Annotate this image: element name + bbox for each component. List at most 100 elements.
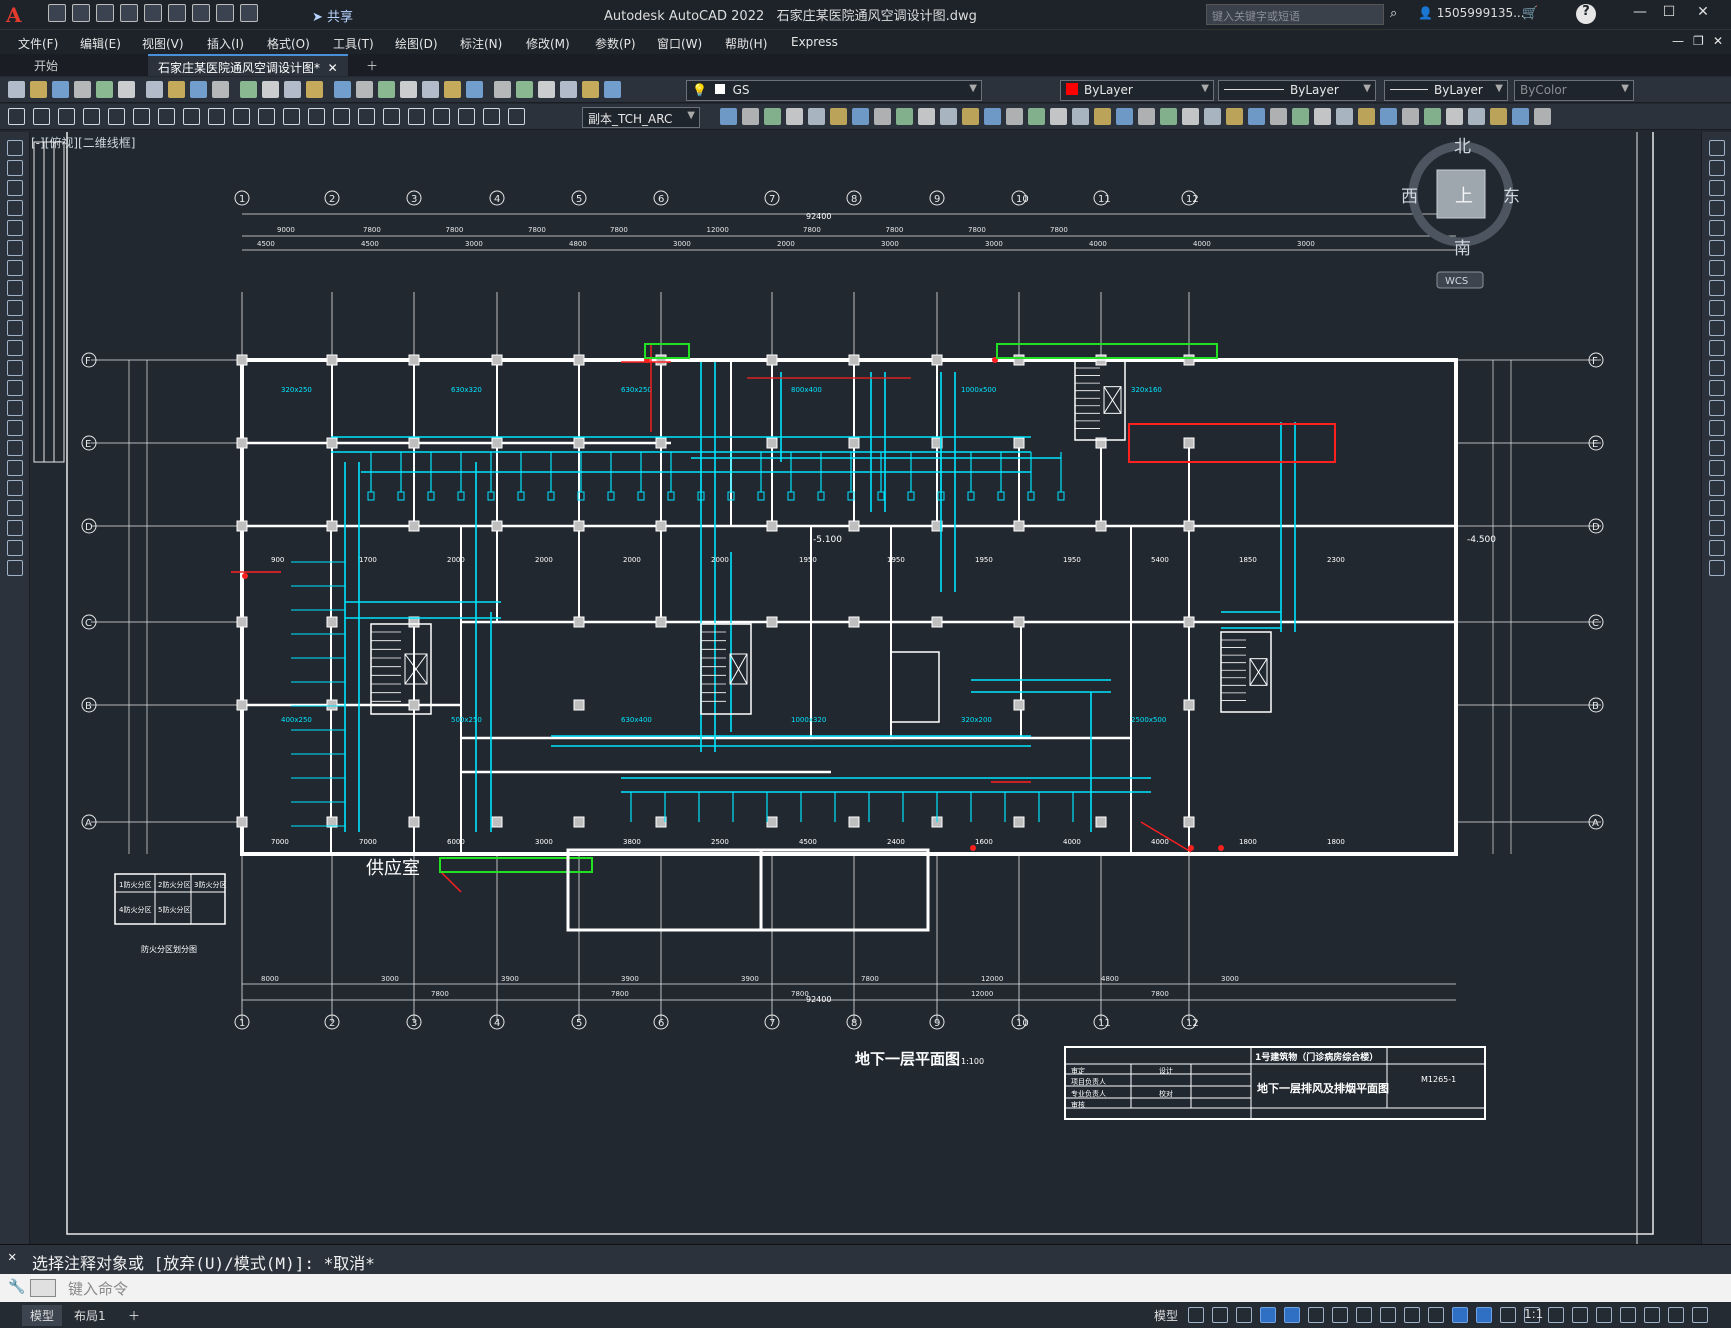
- modify-tool-icon[interactable]: [1709, 160, 1725, 176]
- modify-tool-icon[interactable]: [1094, 108, 1111, 125]
- draw-tool-icon[interactable]: [7, 520, 23, 536]
- modify-tool-icon[interactable]: [1709, 140, 1725, 156]
- markup-icon[interactable]: [444, 81, 461, 98]
- draw-tool-icon[interactable]: [7, 140, 23, 156]
- modify-tool-icon[interactable]: [1204, 108, 1221, 125]
- modify-tool-icon[interactable]: [1709, 320, 1725, 336]
- linetype-dropdown[interactable]: ByLayer ▼: [1218, 80, 1376, 101]
- draw-tool-icon[interactable]: [7, 420, 23, 436]
- preview-icon[interactable]: [96, 81, 113, 98]
- new-icon[interactable]: [8, 81, 25, 98]
- modify-tool-icon[interactable]: [962, 108, 979, 125]
- viewcube[interactable]: 上 北 南 西 东 WCS: [1401, 137, 1520, 289]
- modify-tool-icon[interactable]: [1709, 280, 1725, 296]
- status-toggle-icon[interactable]: [1668, 1307, 1684, 1323]
- draw-tool-icon[interactable]: [7, 240, 23, 256]
- draw-tool-icon[interactable]: [7, 320, 23, 336]
- status-toggle-icon[interactable]: [1692, 1307, 1708, 1323]
- modify-tool-icon[interactable]: [808, 108, 825, 125]
- menu-edit[interactable]: 编辑(E): [80, 35, 121, 52]
- modify-tool-icon[interactable]: [764, 108, 781, 125]
- dim-update-icon[interactable]: [483, 108, 500, 125]
- status-toggle-icon[interactable]: [1404, 1307, 1420, 1323]
- paste-icon[interactable]: [190, 81, 207, 98]
- new-file-icon[interactable]: [48, 4, 66, 22]
- layer-prev-icon[interactable]: [560, 81, 577, 98]
- search-icon[interactable]: ⌕: [1390, 6, 1397, 21]
- status-toggle-icon[interactable]: [1236, 1307, 1252, 1323]
- dim-angular-icon[interactable]: [183, 108, 200, 125]
- zoom-window-icon[interactable]: [306, 81, 323, 98]
- modify-tool-icon[interactable]: [1138, 108, 1155, 125]
- save-icon[interactable]: [52, 81, 69, 98]
- tolerance-icon[interactable]: [333, 108, 350, 125]
- center-mark-icon[interactable]: [358, 108, 375, 125]
- modify-tool-icon[interactable]: [852, 108, 869, 125]
- undo-icon[interactable]: [240, 81, 257, 98]
- modify-tool-icon[interactable]: [742, 108, 759, 125]
- modify-tool-icon[interactable]: [1160, 108, 1177, 125]
- model-tab[interactable]: 模型: [22, 1305, 63, 1326]
- doc-restore-button[interactable]: ❐: [1693, 34, 1704, 48]
- dim-arc-icon[interactable]: [58, 108, 75, 125]
- menu-file[interactable]: 文件(F): [18, 35, 58, 52]
- modify-tool-icon[interactable]: [1380, 108, 1397, 125]
- publish-icon[interactable]: [118, 81, 135, 98]
- draw-tool-icon[interactable]: [7, 360, 23, 376]
- modify-tool-icon[interactable]: [1028, 108, 1045, 125]
- menu-modify[interactable]: 修改(M): [526, 35, 570, 52]
- quick-dim-icon[interactable]: [208, 108, 225, 125]
- properties-icon[interactable]: [356, 81, 373, 98]
- redo-icon[interactable]: [262, 81, 279, 98]
- help-icon[interactable]: [494, 81, 511, 98]
- status-toggle-icon[interactable]: [1476, 1307, 1492, 1323]
- drawing-canvas[interactable]: [-][俯视][二维线框] 320x250 630x320 630x250 800x4…: [31, 132, 1700, 1244]
- modify-tool-icon[interactable]: [1709, 260, 1725, 276]
- dim-text-edit-icon[interactable]: [458, 108, 475, 125]
- color-dropdown[interactable]: ByLayer ▼: [1060, 80, 1214, 101]
- modify-tool-icon[interactable]: [1314, 108, 1331, 125]
- status-toggle-icon[interactable]: [1332, 1307, 1348, 1323]
- modify-tool-icon[interactable]: [1226, 108, 1243, 125]
- modify-tool-icon[interactable]: [1490, 108, 1507, 125]
- design-center-icon[interactable]: [378, 81, 395, 98]
- modify-tool-icon[interactable]: [1709, 480, 1725, 496]
- model-space-button[interactable]: 模型: [1146, 1305, 1186, 1326]
- draw-tool-icon[interactable]: [7, 340, 23, 356]
- modify-tool-icon[interactable]: [1709, 540, 1725, 556]
- modify-tool-icon[interactable]: [1709, 340, 1725, 356]
- status-toggle-icon[interactable]: [1596, 1307, 1612, 1323]
- open-web-icon[interactable]: [144, 4, 162, 22]
- draw-tool-icon[interactable]: [7, 180, 23, 196]
- modify-tool-icon[interactable]: [1402, 108, 1419, 125]
- textstyle-dropdown[interactable]: 副本_TCH_ARC ▼: [582, 107, 700, 128]
- dim-continue-icon[interactable]: [258, 108, 275, 125]
- draw-tool-icon[interactable]: [7, 480, 23, 496]
- dim-baseline-icon[interactable]: [233, 108, 250, 125]
- modify-tool-icon[interactable]: [1709, 200, 1725, 216]
- status-toggle-icon[interactable]: [1380, 1307, 1396, 1323]
- dim-diameter-icon[interactable]: [158, 108, 175, 125]
- maximize-button[interactable]: ☐: [1656, 4, 1682, 26]
- calc-icon[interactable]: [466, 81, 483, 98]
- menu-draw[interactable]: 绘图(D): [395, 35, 438, 52]
- menu-view[interactable]: 视图(V): [142, 35, 184, 52]
- save-icon[interactable]: [96, 4, 114, 22]
- draw-tool-icon[interactable]: [7, 260, 23, 276]
- draw-tool-icon[interactable]: [7, 440, 23, 456]
- modify-tool-icon[interactable]: [874, 108, 891, 125]
- modify-tool-icon[interactable]: [830, 108, 847, 125]
- command-line[interactable]: 🔧 键入命令: [0, 1274, 1731, 1302]
- status-toggle-icon[interactable]: [1620, 1307, 1636, 1323]
- dim-radius-icon[interactable]: [108, 108, 125, 125]
- menu-express[interactable]: Express: [791, 35, 838, 49]
- tab-close-icon[interactable]: ✕: [328, 61, 338, 75]
- layer-props-icon[interactable]: [516, 81, 533, 98]
- plotstyle-dropdown[interactable]: ByColor ▼: [1514, 80, 1634, 101]
- dim-ordinate-icon[interactable]: [83, 108, 100, 125]
- cut-icon[interactable]: [146, 81, 163, 98]
- tab-drawing[interactable]: 石家庄某医院通风空调设计图* ✕: [148, 54, 348, 76]
- dim-break-icon[interactable]: [308, 108, 325, 125]
- menu-tools[interactable]: 工具(T): [333, 35, 374, 52]
- menu-insert[interactable]: 插入(I): [207, 35, 244, 52]
